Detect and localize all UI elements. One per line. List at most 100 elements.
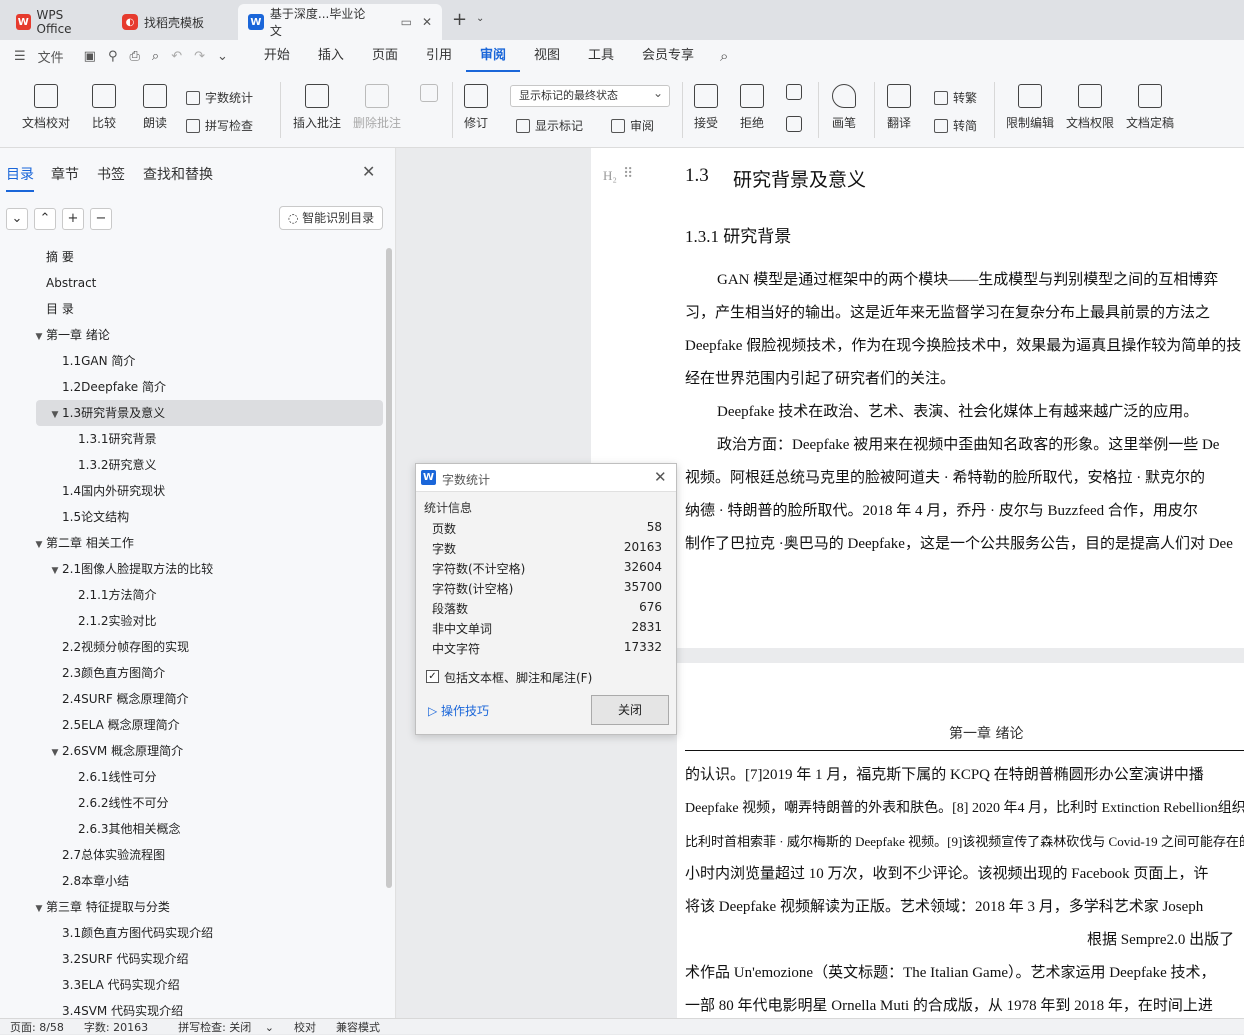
spell-check-indicator[interactable]: 拼写检查: 关闭 ⌄	[158, 1019, 284, 1035]
toc-item[interactable]: ▼ 第一章 绪论	[0, 322, 384, 348]
next-change-button[interactable]	[786, 116, 802, 138]
page-indicator[interactable]: 页面: 8/58	[0, 1019, 74, 1035]
save-icon[interactable]: ▣	[78, 49, 102, 64]
toc-item[interactable]: ▼ 1.3研究背景及意义	[36, 400, 383, 426]
share-icon[interactable]: ⚲	[102, 49, 124, 64]
menu-insert[interactable]: 插入	[304, 40, 358, 72]
tab-window-icon[interactable]: ▭	[401, 15, 412, 29]
translate-button[interactable]: 翻译	[887, 84, 911, 131]
toc-item[interactable]: 摘 要	[0, 244, 384, 270]
nav-tab-find-replace[interactable]: 查找和替换	[143, 164, 213, 184]
close-button[interactable]: 关闭	[591, 695, 669, 725]
toc-scrollbar[interactable]	[386, 248, 392, 888]
add-heading-button[interactable]: +	[62, 208, 84, 230]
toc-item[interactable]: 2.1.2实验对比	[0, 608, 384, 634]
toc-item[interactable]: 3.3ELA 代码实现介绍	[0, 972, 384, 998]
tab-docer-templates[interactable]: ◐ 找稻壳模板	[112, 4, 234, 40]
reject-button[interactable]: 拒绝	[740, 84, 764, 131]
remove-heading-button[interactable]: −	[90, 208, 112, 230]
menu-member[interactable]: 会员专享	[628, 40, 708, 72]
word-count-button[interactable]: 字数统计	[186, 89, 253, 106]
dialog-title-bar[interactable]: W 字数统计 ✕	[416, 464, 676, 492]
smart-toc-button[interactable]: ◌ 智能识别目录	[279, 206, 383, 230]
toc-item[interactable]: 2.6.2线性不可分	[0, 790, 384, 816]
review-pane-button[interactable]: 审阅	[611, 117, 654, 134]
toc-toggle-icon[interactable]: ▼	[32, 532, 46, 558]
toc-toggle-icon[interactable]: ▼	[48, 558, 62, 584]
toc-item[interactable]: 1.4国内外研究现状	[0, 478, 384, 504]
toc-item[interactable]: 3.1颜色直方图代码实现介绍	[0, 920, 384, 946]
print-preview-icon[interactable]: ⌕	[146, 49, 165, 64]
new-tab-plus-icon[interactable]: +	[452, 9, 467, 30]
nav-tab-sections[interactable]: 章节	[51, 164, 79, 184]
toc-item[interactable]: 2.5ELA 概念原理简介	[0, 712, 384, 738]
drag-handle-icon[interactable]: ⠿	[623, 166, 633, 183]
toc-item[interactable]: 2.6.1线性可分	[0, 764, 384, 790]
toc-item[interactable]: 1.3.1研究背景	[0, 426, 384, 452]
hamburger-icon[interactable]: ☰	[8, 49, 32, 64]
toc-item[interactable]: 3.4SVM 代码实现介绍	[0, 998, 384, 1018]
close-icon[interactable]: ✕	[362, 162, 375, 181]
insert-comment-button[interactable]: 插入批注	[293, 84, 341, 131]
nav-tab-toc[interactable]: 目录	[6, 164, 34, 192]
include-textbox-checkbox[interactable]: ✓	[426, 670, 439, 683]
menu-review[interactable]: 审阅	[465, 40, 520, 72]
accept-button[interactable]: 接受	[694, 84, 718, 131]
prev-change-button[interactable]	[786, 84, 802, 106]
tips-link[interactable]: ▷ 操作技巧	[428, 702, 489, 719]
toc-toggle-icon[interactable]: ▼	[48, 740, 62, 766]
restrict-edit-button[interactable]: 限制编辑	[1006, 84, 1054, 131]
doc-permission-button[interactable]: 文档权限	[1066, 84, 1114, 131]
toc-toggle-icon[interactable]: ▼	[48, 402, 62, 428]
menu-references[interactable]: 引用	[412, 40, 466, 72]
toc-item[interactable]: 1.1GAN 简介	[0, 348, 384, 374]
toc-toggle-icon[interactable]: ▼	[32, 896, 46, 922]
toc-item[interactable]: ▼ 2.6SVM 概念原理简介	[0, 738, 384, 764]
prev-comment-button[interactable]	[420, 84, 438, 108]
expand-down-button[interactable]: ⌄	[6, 208, 28, 230]
menu-page[interactable]: 页面	[358, 40, 412, 72]
toc-item[interactable]: 目 录	[0, 296, 384, 322]
search-icon[interactable]: ⌕	[714, 47, 734, 65]
print-icon[interactable]: ⎙	[124, 49, 146, 64]
toc-item[interactable]: Abstract	[0, 270, 384, 296]
menu-tools[interactable]: 工具	[574, 40, 628, 72]
track-changes-button[interactable]: 修订	[464, 84, 488, 131]
to-simplified-button[interactable]: 转简	[934, 117, 977, 134]
redo-icon[interactable]: ↷	[188, 49, 211, 64]
toc-item[interactable]: 2.3颜色直方图简介	[0, 660, 384, 686]
show-markup-button[interactable]: 显示标记	[516, 117, 583, 134]
toc-item[interactable]: 2.1.1方法简介	[0, 582, 384, 608]
pen-button[interactable]: 画笔	[832, 84, 856, 131]
read-aloud-button[interactable]: 朗读	[143, 84, 167, 131]
doc-finalize-button[interactable]: 文档定稿	[1126, 84, 1174, 131]
quick-access-more-icon[interactable]: ⌄	[211, 49, 234, 64]
toc-item[interactable]: 1.2Deepfake 简介	[0, 374, 384, 400]
word-count-indicator[interactable]: 字数: 20163	[74, 1019, 158, 1035]
toc-item[interactable]: ▼ 第三章 特征提取与分类	[0, 894, 384, 920]
menu-home[interactable]: 开始	[250, 40, 304, 72]
nav-tab-bookmarks[interactable]: 书签	[97, 164, 125, 184]
toc-item[interactable]: 1.5论文结构	[0, 504, 384, 530]
toc-item[interactable]: ▼ 第二章 相关工作	[0, 530, 384, 556]
menu-file[interactable]: 文件	[32, 47, 70, 66]
toc-item[interactable]: ▼ 2.1图像人脸提取方法的比较	[0, 556, 384, 582]
delete-comment-button[interactable]: 删除批注	[353, 84, 401, 131]
collapse-up-button[interactable]: ⌃	[34, 208, 56, 230]
toc-item[interactable]: 2.7总体实验流程图	[0, 842, 384, 868]
toc-item[interactable]: 2.4SURF 概念原理简介	[0, 686, 384, 712]
tab-thesis-document[interactable]: W 基于深度...毕业论文 ▭ ✕	[238, 4, 442, 40]
toc-item[interactable]: 1.3.2研究意义	[0, 452, 384, 478]
tab-wps-office[interactable]: W WPS Office	[6, 4, 106, 40]
undo-icon[interactable]: ↶	[165, 49, 188, 64]
doc-check-button[interactable]: 文档校对	[22, 84, 70, 131]
spell-check-button[interactable]: 拼写检查	[186, 117, 253, 134]
to-traditional-button[interactable]: 转繁	[934, 89, 977, 106]
compare-button[interactable]: 比较	[92, 84, 116, 131]
tab-list-chevron-icon[interactable]: ⌄	[476, 13, 484, 24]
tab-close-icon[interactable]: ✕	[422, 15, 432, 29]
menu-view[interactable]: 视图	[520, 40, 574, 72]
toc-toggle-icon[interactable]: ▼	[32, 324, 46, 350]
markup-state-select[interactable]: 显示标记的最终状态	[510, 83, 670, 107]
toc-item[interactable]: 3.2SURF 代码实现介绍	[0, 946, 384, 972]
